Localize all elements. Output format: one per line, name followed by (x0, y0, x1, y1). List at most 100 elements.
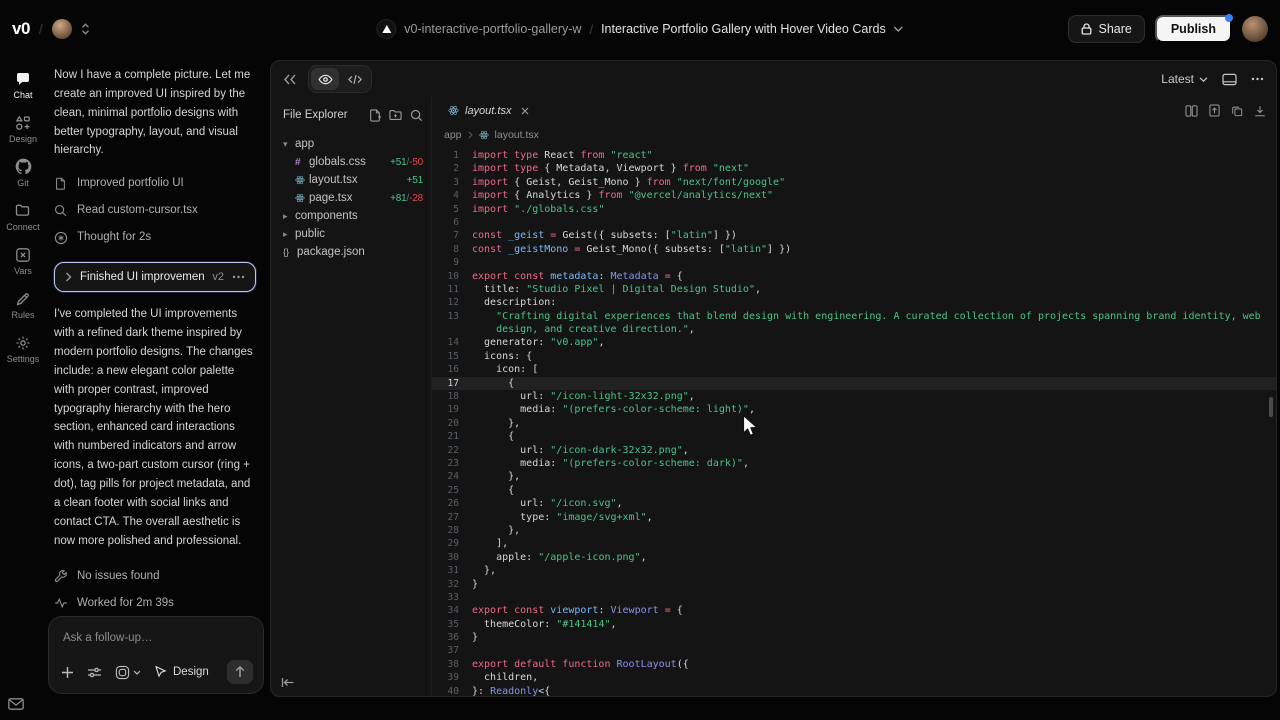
version-dropdown[interactable]: Latest (1161, 72, 1208, 86)
code-line: 29 ], (432, 537, 1276, 550)
file-name: globals.css (309, 156, 366, 168)
line-number: 25 (432, 484, 472, 497)
attach-icon[interactable] (61, 666, 74, 679)
code-text: export default function RootLayout({ (472, 658, 1276, 671)
line-number: 26 (432, 497, 472, 510)
code-line: 14 generator: "v0.app", (432, 336, 1276, 349)
code-line: 35 themeColor: "#141414", (432, 618, 1276, 631)
code-line: 33 (432, 591, 1276, 604)
copy-icon[interactable] (1231, 105, 1243, 117)
line-number: 22 (432, 444, 472, 457)
code-text (472, 591, 1276, 604)
diff-deleted: -50 (409, 157, 423, 168)
breadcrumb-file[interactable]: layout.tsx (495, 129, 539, 141)
tab-bar: layout.tsx (432, 97, 1276, 124)
code-line: 22 url: "/icon-dark-32x32.png", (432, 444, 1276, 457)
task-card-label: Finished UI improvements (80, 268, 204, 287)
collapse-panel-icon[interactable] (283, 74, 296, 85)
chat-step[interactable]: Worked for 2m 39s (54, 589, 256, 616)
search-icon[interactable] (410, 109, 423, 122)
browser-icon[interactable] (1222, 73, 1237, 86)
download-icon[interactable] (1254, 105, 1266, 117)
settings-sliders-icon[interactable] (87, 666, 102, 679)
diff-added: +51 (407, 175, 423, 186)
code-text: }, (472, 564, 1276, 577)
code-line: design, and creative direction.", (432, 323, 1276, 336)
thinking-icon (54, 231, 68, 245)
vercel-icon[interactable] (376, 19, 396, 39)
line-number: 18 (432, 390, 472, 403)
send-button[interactable] (227, 660, 253, 684)
model-picker-icon[interactable] (115, 665, 141, 680)
file-tree-item-package-json[interactable]: {}package.json (283, 243, 423, 261)
code-text: generator: "v0.app", (472, 336, 1276, 349)
chat-step[interactable]: Thought for 2s (54, 224, 256, 251)
project-switcher-icon[interactable] (81, 23, 90, 35)
line-number: 3 (432, 176, 472, 189)
tab-layout-tsx[interactable]: layout.tsx (442, 97, 535, 124)
code-text (472, 256, 1276, 269)
mail-icon[interactable] (8, 698, 24, 710)
more-icon[interactable] (232, 275, 245, 279)
rail-item-chat[interactable]: Chat (13, 70, 32, 100)
chat-step[interactable]: Improved portfolio UI (54, 170, 256, 197)
export-file-icon[interactable] (1209, 104, 1220, 117)
code-line: 34export const viewport: Viewport = { (432, 604, 1276, 617)
scrollbar-thumb[interactable] (1269, 397, 1273, 417)
chat-step[interactable]: Read custom-cursor.tsx (54, 197, 256, 224)
file-tree-item-globals-css[interactable]: #globals.css+51/-50 (283, 153, 423, 171)
share-button[interactable]: Share (1068, 15, 1144, 43)
code-toggle-button[interactable] (341, 68, 369, 90)
code-line: 7const _geist = Geist({ subsets: ["latin… (432, 229, 1276, 242)
code-editor[interactable]: 1import type React from "react"2import t… (432, 145, 1276, 697)
code-line: 27 type: "image/svg+xml", (432, 511, 1276, 524)
file-tree-item-public[interactable]: ▸public (283, 225, 423, 243)
rail-item-design[interactable]: Design (9, 114, 37, 144)
line-number: 6 (432, 216, 472, 229)
line-number: 38 (432, 658, 472, 671)
breadcrumb-page[interactable]: Interactive Portfolio Gallery with Hover… (601, 22, 886, 36)
split-view-icon[interactable] (1185, 105, 1198, 117)
file-name: app (295, 138, 314, 150)
collapse-sidebar-icon[interactable] (281, 677, 295, 688)
code-breadcrumb: app layout.tsx (432, 124, 1276, 145)
chevron-down-icon[interactable] (894, 26, 904, 32)
breadcrumb-project[interactable]: v0-interactive-portfolio-gallery-w (404, 22, 581, 36)
file-tree-item-components[interactable]: ▸components (283, 207, 423, 225)
rail-item-rules[interactable]: Rules (11, 290, 34, 320)
chat-step[interactable]: No issues found (54, 562, 256, 589)
task-card[interactable]: Finished UI improvements v2 (54, 262, 256, 292)
code-text: icon: [ (472, 363, 1276, 376)
connect-icon (15, 202, 32, 219)
new-file-icon[interactable] (369, 109, 381, 122)
file-tree-item-app[interactable]: ▾app (283, 135, 423, 153)
file-name: package.json (297, 246, 365, 258)
more-icon[interactable] (1251, 77, 1264, 81)
rail-item-vars[interactable]: Vars (14, 246, 32, 276)
activity-icon (54, 596, 68, 610)
chat-step-label: No issues found (77, 567, 159, 586)
new-folder-icon[interactable] (389, 109, 402, 121)
avatar[interactable] (52, 19, 72, 39)
rail-item-connect[interactable]: Connect (6, 202, 40, 232)
code-line: 16 icon: [ (432, 363, 1276, 376)
file-tree-item-page-tsx[interactable]: page.tsx+81/-28 (283, 189, 423, 207)
close-tab-icon[interactable] (521, 107, 529, 115)
code-line: 19 media: "(prefers-color-scheme: light)… (432, 403, 1276, 416)
design-mode-button[interactable]: Design (154, 663, 209, 682)
chat-input[interactable]: Ask a follow-up… Design (48, 616, 264, 694)
rail-item-git[interactable]: Git (15, 158, 32, 188)
preview-toggle-button[interactable] (311, 68, 339, 90)
line-number: 37 (432, 644, 472, 657)
line-number: 2 (432, 162, 472, 175)
code-text: import "./globals.css" (472, 203, 1276, 216)
rail-item-settings[interactable]: Settings (7, 334, 40, 364)
publish-button[interactable]: Publish (1155, 15, 1232, 43)
css-file-icon: # (295, 157, 309, 168)
file-tree-item-layout-tsx[interactable]: layout.tsx+51 (283, 171, 423, 189)
rail-item-label: Vars (14, 266, 32, 276)
breadcrumb-folder[interactable]: app (444, 129, 462, 141)
user-avatar[interactable] (1242, 16, 1268, 42)
v0-logo[interactable]: v0 (12, 19, 30, 39)
line-number: 33 (432, 591, 472, 604)
